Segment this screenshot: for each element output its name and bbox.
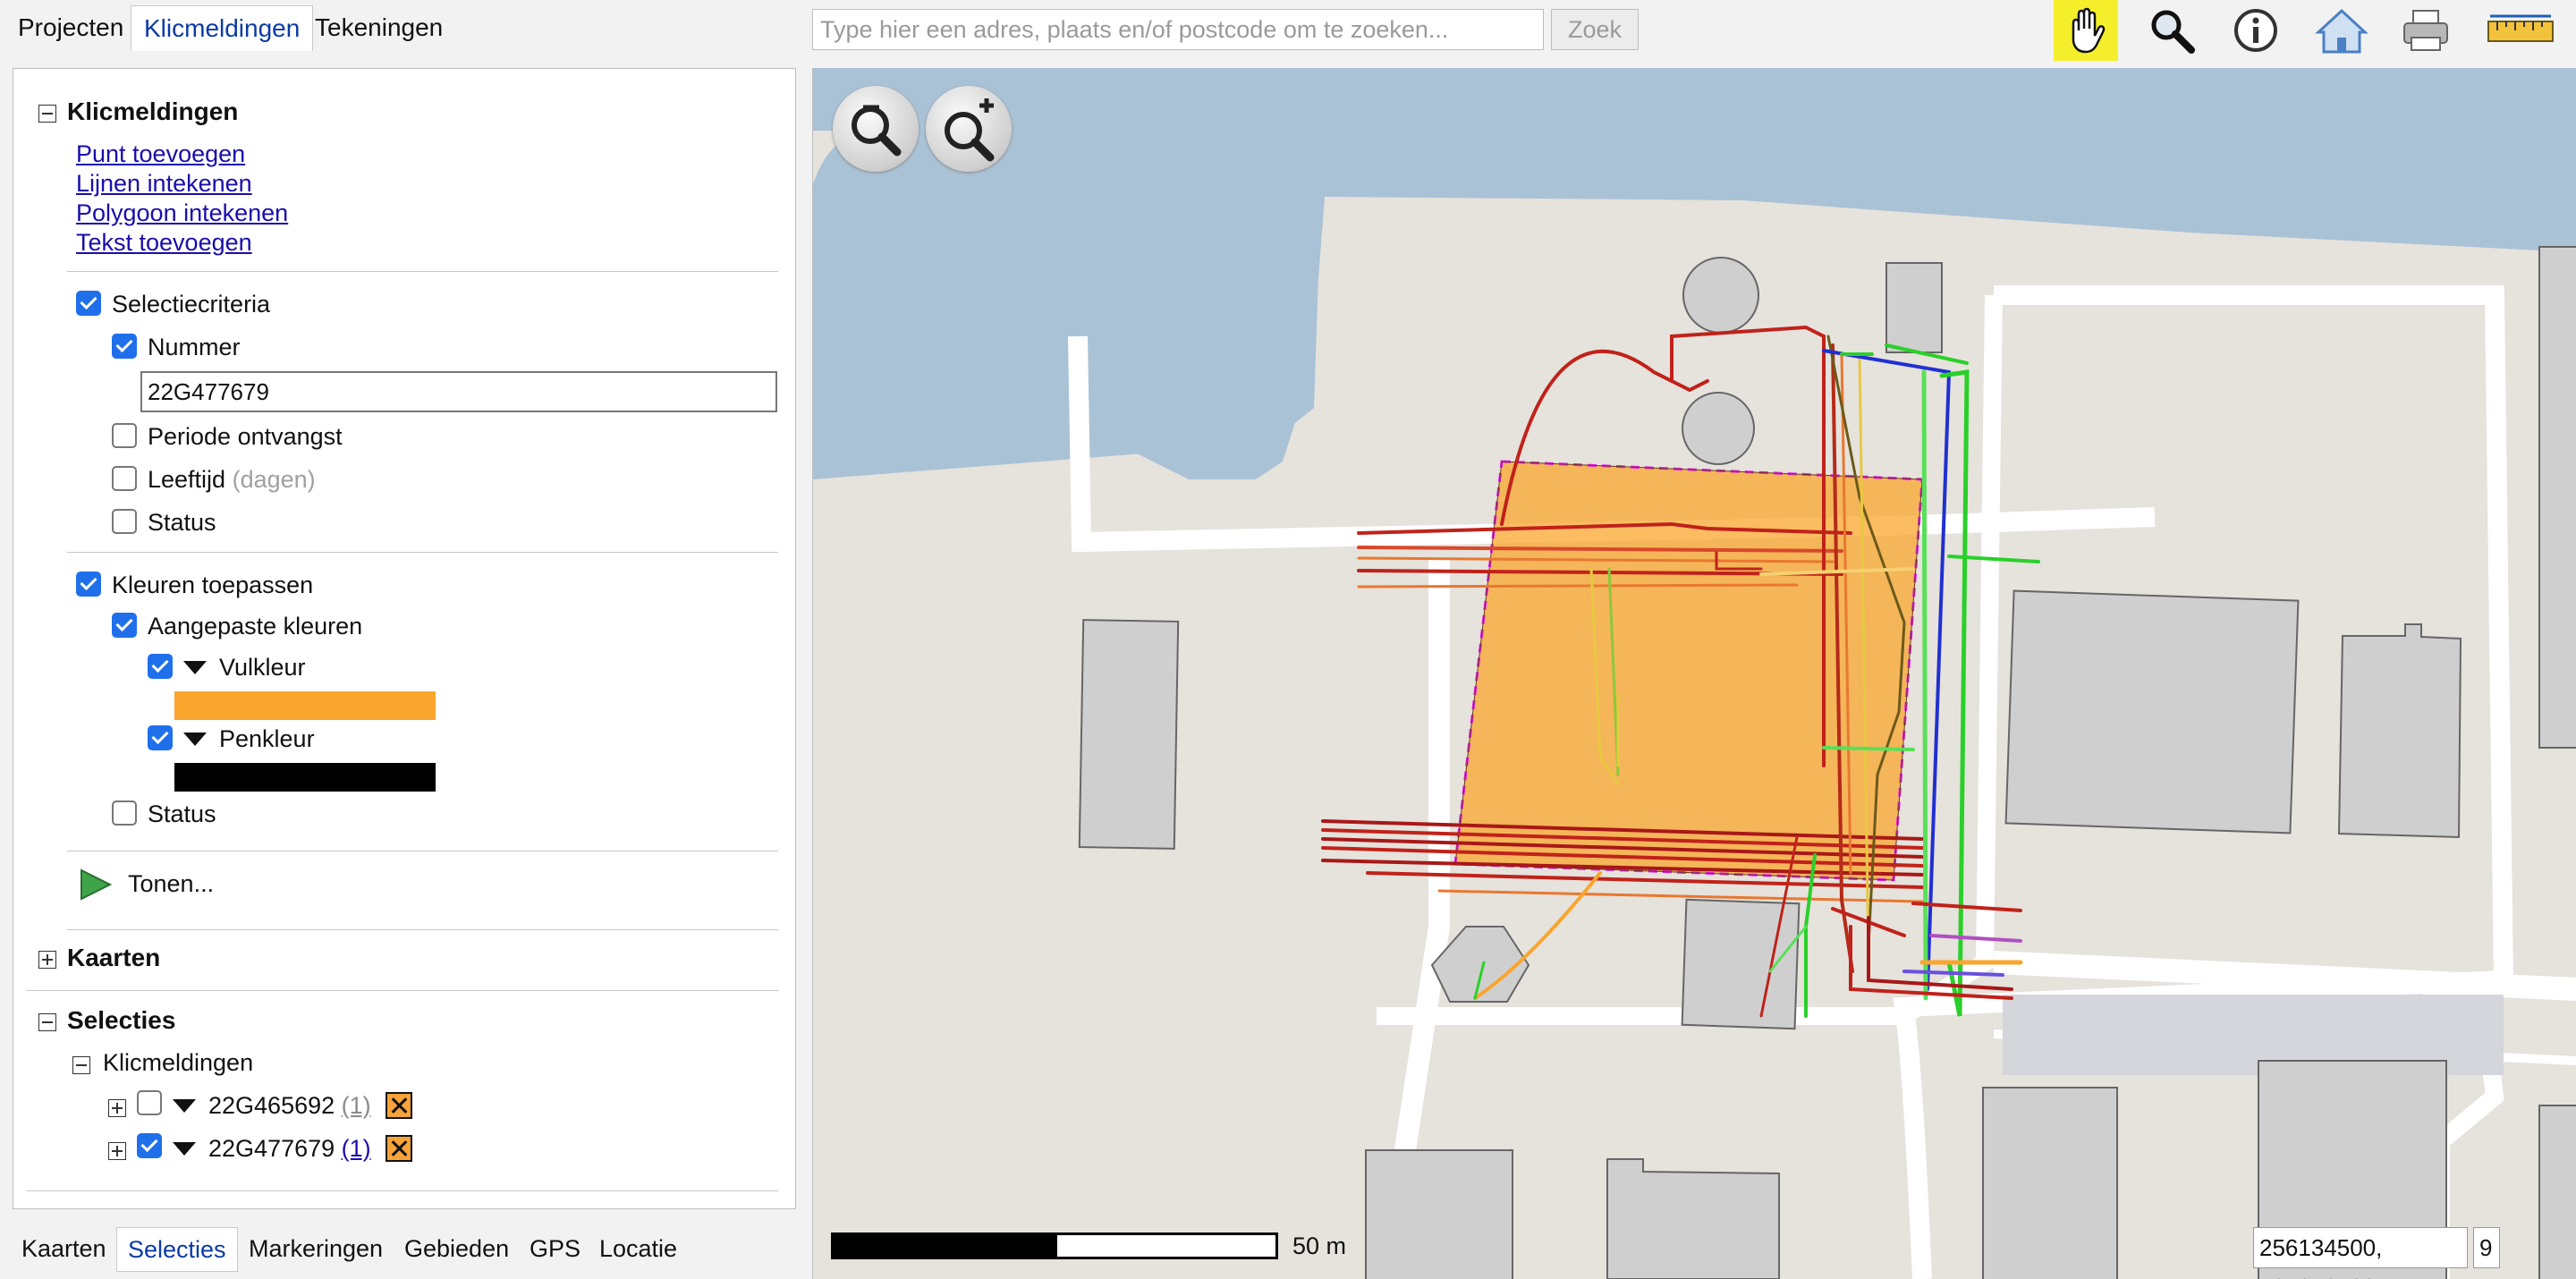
selection-polygon[interactable] bbox=[1453, 460, 1924, 882]
zoom-icon[interactable] bbox=[2140, 0, 2204, 61]
label-penkleur: Penkleur bbox=[219, 725, 315, 752]
label-nummer: Nummer bbox=[148, 334, 241, 360]
selectie-item-1: 22G465692 (1) bbox=[208, 1092, 371, 1120]
link-polygoon-intekenen[interactable]: Polygoon intekenen bbox=[76, 199, 288, 227]
nummer-input[interactable]: 22G477679 bbox=[140, 371, 777, 412]
divider bbox=[26, 1190, 778, 1191]
selecties-group-label: Klicmeldingen bbox=[103, 1049, 254, 1076]
measure-icon[interactable] bbox=[2483, 0, 2558, 61]
bottom-tabs: Kaarten Selecties Markeringen Gebieden G… bbox=[0, 1222, 805, 1275]
zoom-in-button[interactable] bbox=[926, 86, 1012, 172]
checkbox-nummer[interactable] bbox=[112, 334, 137, 359]
checkbox-selectiecriteria[interactable] bbox=[76, 291, 101, 316]
label-periode: Periode ontvangst bbox=[148, 423, 343, 450]
dropdown-triangle-icon[interactable] bbox=[173, 1142, 196, 1156]
divider bbox=[67, 929, 778, 930]
tab-markeringen[interactable]: Markeringen bbox=[238, 1227, 394, 1270]
link-punt-toevoegen[interactable]: Punt toevoegen bbox=[76, 140, 245, 168]
dropdown-triangle-icon[interactable] bbox=[173, 1099, 196, 1113]
dropdown-triangle-icon[interactable] bbox=[183, 733, 207, 746]
scale-bar bbox=[831, 1232, 1278, 1259]
coordinates-display: 256134500, 595342500 bbox=[2253, 1227, 2468, 1279]
selectie-id: 22G465692 bbox=[208, 1092, 335, 1119]
road bbox=[1993, 951, 2576, 1001]
collapse-icon[interactable] bbox=[72, 1056, 90, 1074]
link-tekst-toevoegen[interactable]: Tekst toevoegen bbox=[76, 229, 252, 257]
selectie-id: 22G477679 bbox=[208, 1135, 335, 1162]
search-button[interactable]: Zoek bbox=[1551, 9, 1639, 50]
map-canvas[interactable] bbox=[813, 68, 2576, 1279]
label-selectiecriteria: Selectiecriteria bbox=[112, 291, 271, 318]
label-kleuren-toepassen: Kleuren toepassen bbox=[112, 572, 314, 598]
label-status-kleuren: Status bbox=[148, 800, 216, 827]
tab-gebieden[interactable]: Gebieden bbox=[394, 1227, 520, 1270]
section-klicmeldingen-title: Klicmeldingen bbox=[67, 97, 239, 125]
section-kaarten-title[interactable]: Kaarten bbox=[67, 944, 160, 972]
remove-selection-icon[interactable] bbox=[386, 1092, 412, 1119]
selectie-count-link[interactable]: (1) bbox=[342, 1092, 371, 1119]
checkbox-selectie-1[interactable] bbox=[137, 1090, 162, 1115]
tab-projecten[interactable]: Projecten bbox=[5, 5, 136, 50]
label-status-criteria: Status bbox=[148, 509, 216, 536]
tab-gps[interactable]: GPS bbox=[519, 1227, 591, 1270]
scale-bar-fill bbox=[834, 1235, 1057, 1257]
search-input[interactable]: Type hier een adres, plaats en/of postco… bbox=[812, 9, 1544, 50]
left-panel: Klicmeldingen Punt toevoegen Lijnen inte… bbox=[13, 68, 796, 1209]
dropdown-triangle-icon[interactable] bbox=[183, 661, 207, 674]
remove-selection-icon[interactable] bbox=[386, 1135, 412, 1162]
tonen-button[interactable]: Tonen... bbox=[128, 870, 214, 898]
zoom-level-display: 9 bbox=[2473, 1227, 2500, 1268]
tab-locatie[interactable]: Locatie bbox=[589, 1227, 688, 1270]
top-tabs: Projecten Klicmeldingen Tekeningen bbox=[0, 0, 805, 57]
label-vulkleur: Vulkleur bbox=[219, 654, 306, 681]
pan-hand-icon[interactable] bbox=[2054, 0, 2118, 61]
selectie-item-2: 22G477679 (1) bbox=[208, 1135, 371, 1163]
checkbox-kleuren-toepassen[interactable] bbox=[76, 572, 101, 597]
scale-label: 50 m bbox=[1292, 1232, 1347, 1259]
play-icon[interactable] bbox=[78, 867, 114, 907]
collapse-icon[interactable] bbox=[38, 105, 56, 123]
checkbox-status-criteria[interactable] bbox=[112, 509, 137, 534]
zoom-out-icon bbox=[852, 105, 902, 157]
selectie-count-link[interactable]: (1) bbox=[342, 1135, 371, 1162]
tab-klicmeldingen[interactable]: Klicmeldingen bbox=[131, 5, 314, 51]
checkbox-periode[interactable] bbox=[112, 423, 137, 448]
info-icon[interactable] bbox=[2224, 0, 2288, 61]
expand-icon[interactable] bbox=[108, 1099, 126, 1117]
expand-icon[interactable] bbox=[38, 951, 56, 969]
expand-icon[interactable] bbox=[108, 1142, 126, 1160]
divider bbox=[67, 271, 778, 272]
tab-tekeningen[interactable]: Tekeningen bbox=[302, 5, 455, 50]
checkbox-vulkleur[interactable] bbox=[148, 654, 173, 679]
zoom-in-icon bbox=[945, 98, 995, 162]
checkbox-penkleur[interactable] bbox=[148, 725, 173, 750]
checkbox-selectie-2[interactable] bbox=[137, 1133, 162, 1158]
map-view[interactable]: 50 m 256134500, 595342500 9 bbox=[812, 68, 2576, 1279]
leeftijd-hint: (dagen) bbox=[232, 466, 316, 493]
link-lijnen-intekenen[interactable]: Lijnen intekenen bbox=[76, 170, 252, 198]
checkbox-status-kleuren[interactable] bbox=[112, 800, 137, 826]
label-leeftijd: Leeftijd (dagen) bbox=[148, 466, 316, 494]
zoom-out-button[interactable] bbox=[833, 86, 919, 172]
checkbox-leeftijd[interactable] bbox=[112, 466, 137, 491]
vulkleur-swatch[interactable] bbox=[174, 691, 436, 720]
penkleur-swatch[interactable] bbox=[174, 763, 436, 792]
checkbox-aangepaste-kleuren[interactable] bbox=[112, 613, 137, 638]
tab-kaarten[interactable]: Kaarten bbox=[11, 1227, 117, 1270]
print-icon[interactable] bbox=[2394, 0, 2458, 61]
collapse-icon[interactable] bbox=[38, 1013, 56, 1031]
section-selecties-title: Selecties bbox=[67, 1006, 176, 1034]
home-icon[interactable] bbox=[2309, 0, 2374, 61]
label-aangepaste-kleuren: Aangepaste kleuren bbox=[148, 613, 363, 640]
divider bbox=[67, 552, 778, 553]
tab-selecties[interactable]: Selecties bbox=[116, 1227, 238, 1272]
leeftijd-text: Leeftijd bbox=[148, 466, 226, 493]
divider bbox=[26, 990, 778, 991]
